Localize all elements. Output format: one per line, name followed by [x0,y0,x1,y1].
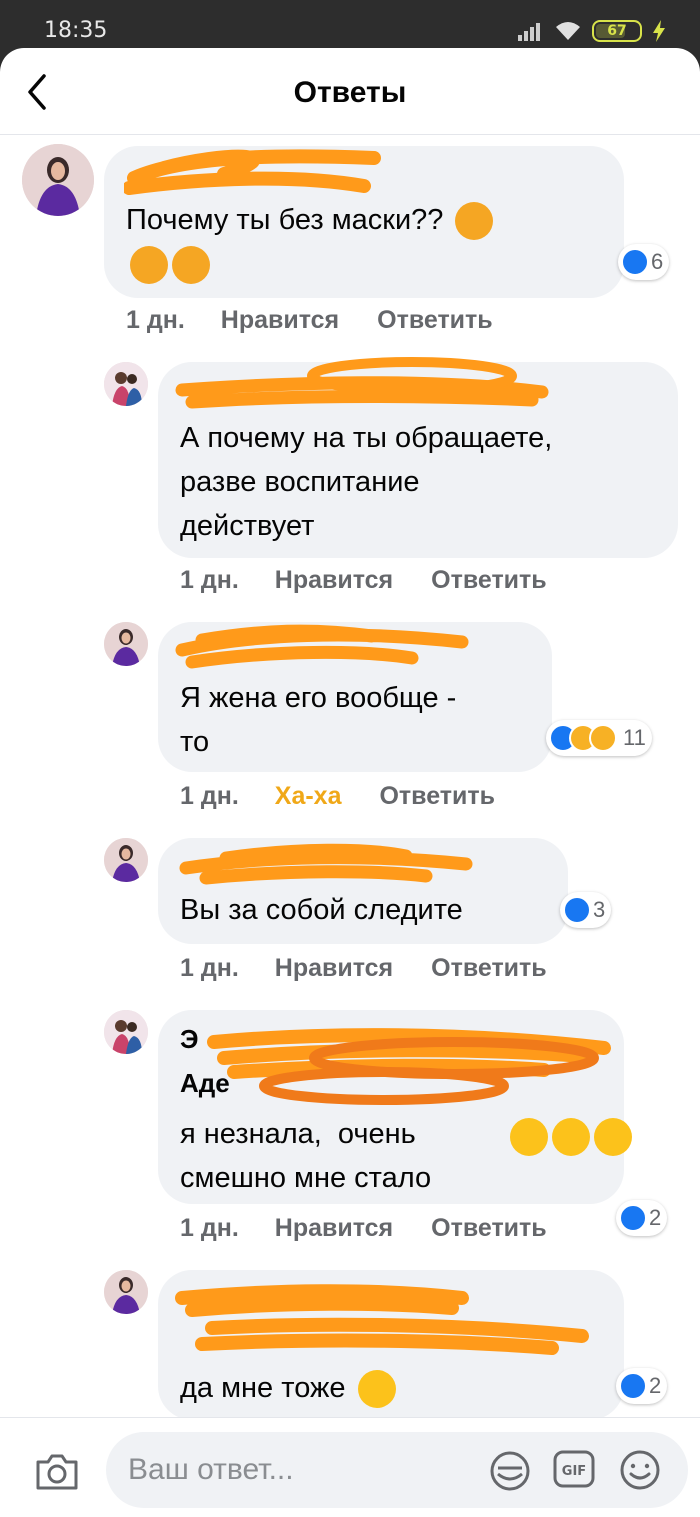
redacted-author [175,624,469,669]
comment-text: Вы за собой следите [180,894,463,926]
grinning-face-emoji [552,1118,591,1157]
gif-icon: GIF [553,1450,595,1488]
battery-level: 67 [607,23,627,39]
reply-input[interactable] [106,1432,688,1508]
reply-button[interactable]: Ответить [431,954,547,983]
comment-meta: 1 дн. Нравится Ответить [180,566,547,595]
reply-button[interactable]: Ответить [377,306,493,335]
like-icon [619,1204,647,1232]
comment-meta: 1 дн. Нравится Ответить [180,954,547,983]
wifi-icon [556,22,580,40]
smiley-icon [620,1450,660,1490]
reply-button[interactable]: Ответить [431,566,547,595]
signal-icon [518,23,540,41]
user-photo-icon [104,838,148,882]
reaction-count[interactable]: 11 [546,720,652,756]
replies-sheet: Ответы Почему ты без маски?? 6 1 дн. Нра… [0,48,700,1517]
angry-face-emoji [455,202,494,241]
like-button[interactable]: Нравится [275,954,393,983]
redacted-author [175,1284,589,1355]
reply-composer: GIF [0,1417,700,1517]
user-photo-icon [22,144,94,216]
comment-author-line2: Аде [180,1068,230,1099]
like-button[interactable]: Нравится [221,306,339,335]
reaction-count-value: 6 [651,249,664,274]
comment-author-fragment: Аде [180,1068,230,1098]
comment-text: Я жена его вообще - то [180,682,457,758]
reaction-count[interactable]: 6 [618,244,670,280]
comment-text: да мне тоже [180,1366,396,1410]
comment-text-body: Почему ты без маски?? [126,204,444,236]
like-button[interactable]: Нравится [275,1214,393,1243]
avatar[interactable] [104,1270,148,1314]
reply-button[interactable]: Ответить [431,1214,547,1243]
redacted-author [179,843,473,885]
user-photo-icon [104,362,148,406]
like-icon [619,1372,647,1400]
camera-button[interactable] [34,1450,80,1492]
reply-button[interactable]: Ответить [379,782,495,811]
comment-text: я незнала, очень смешно мне стало [180,1118,432,1194]
svg-text:GIF: GIF [562,1464,586,1479]
comment-emoji-line [458,1070,633,1202]
like-button[interactable]: Нравится [275,566,393,595]
comment-author: Э [180,1024,199,1054]
reaction-count[interactable]: 2 [616,1368,668,1404]
care-icon [589,724,617,752]
emoji-button[interactable] [618,1448,662,1492]
comment-time: 1 дн. [180,954,239,982]
grinning-face-emoji [594,1118,633,1157]
sticker-icon [490,1451,530,1491]
like-icon [563,896,591,924]
redacted-author [124,149,381,195]
camera-icon [36,1454,78,1490]
status-time: 18:35 [44,18,108,43]
status-icons: 67 [518,16,666,46]
comment-bubble[interactable]: Я жена его вообще - то [158,622,552,772]
reaction-count[interactable]: 3 [560,892,612,928]
charging-icon [653,20,665,42]
sticker-button[interactable] [488,1448,532,1494]
comment-meta: 1 дн. Ха-ха Ответить [180,782,495,811]
avatar[interactable] [104,622,148,666]
angry-face-emoji [130,246,168,285]
comment-meta: 1 дн. Нравится Ответить [180,1214,547,1243]
battery-icon: 67 [592,20,642,42]
user-photo-icon [104,622,148,666]
comment-bubble[interactable]: да мне тоже [158,1270,624,1420]
angry-face-emoji [172,246,210,285]
avatar[interactable] [104,838,148,882]
comment-bubble[interactable]: Э Аде я незнала, очень смешно мне стало [158,1010,633,1204]
beaming-face-emoji [357,1370,396,1409]
avatar[interactable] [22,144,94,216]
reaction-count-value: 2 [649,1205,662,1230]
user-photo-icon [104,1270,148,1314]
reaction-count-value: 2 [649,1373,662,1398]
comment-time: 1 дн. [180,782,239,810]
reaction-count-value: 11 [623,725,646,750]
comment-time: 1 дн. [126,306,185,334]
avatar[interactable] [104,362,148,406]
comment-time: 1 дн. [180,566,239,594]
comment-bubble[interactable]: Вы за собой следите [158,838,568,944]
comment-bubble[interactable]: Почему ты без маски?? [104,146,624,298]
comment-emoji-line [126,242,210,286]
page-title: Ответы [293,76,407,109]
reaction-count-value: 3 [593,897,606,922]
haha-reaction-button[interactable]: Ха-ха [275,782,342,811]
comment-meta: 1 дн. Нравится Ответить [126,306,493,335]
comment-text: Почему ты без маски?? [126,198,494,242]
header: Ответы [0,48,700,135]
comment-bubble[interactable]: А почему на ты обращаете, разве воспитан… [158,357,678,558]
gif-button[interactable]: GIF [552,1448,596,1490]
redacted-author [175,357,549,409]
grinning-face-emoji [510,1118,549,1157]
avatar[interactable] [104,1010,148,1054]
reaction-count[interactable]: 2 [616,1200,668,1236]
comment-time: 1 дн. [180,1214,239,1242]
comment-text-body: да мне тоже [180,1372,346,1404]
like-icon [621,248,649,276]
comment-text: А почему на ты обращаете, разве воспитан… [180,422,553,542]
user-photo-icon [104,1010,148,1054]
